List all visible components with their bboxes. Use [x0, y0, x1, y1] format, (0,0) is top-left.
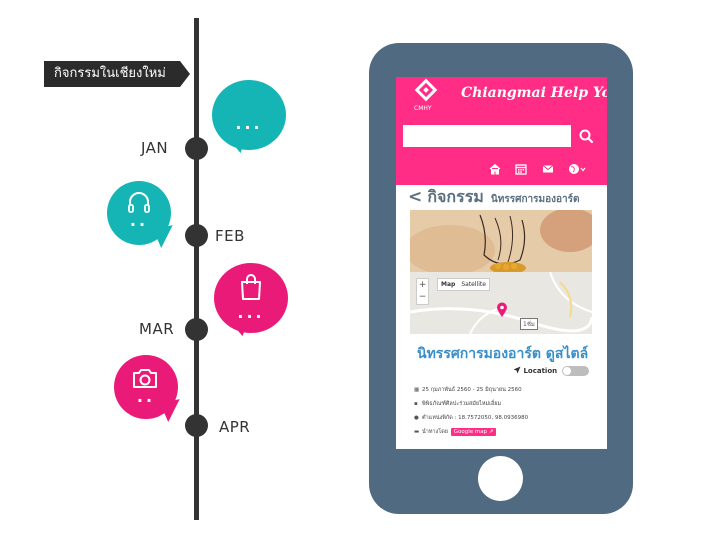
headphones-bubble-feb: .. [107, 181, 177, 249]
zoom-in-button[interactable]: + [417, 279, 428, 291]
home-button[interactable] [478, 456, 523, 501]
timeline-dot-jan [185, 137, 208, 160]
event-card: + − Map Satellite 1ชั่ม นิทรรศการมองอาร์ต… [410, 210, 592, 449]
camera-bubble-apr: .. [114, 355, 184, 423]
event-coordinates: ● ตำแหน่งพิกัด : 18.7572050, 98.0936980 [414, 415, 529, 421]
heading-subtitle: นิทรรศการมองอาร์ต [490, 194, 580, 205]
pin-small-icon: ● [414, 415, 419, 421]
chat-icon: ... [235, 114, 263, 133]
event-date: ▦ 25 กุมภาพันธ์ 2560 - 25 มิถุนายน 2560 [414, 387, 522, 393]
month-label-feb: FEB [215, 227, 245, 245]
page-heading: < กิจกรรม นิทรรศการมองอาร์ต [408, 185, 579, 211]
google-map-button[interactable]: Google map ↗ [450, 428, 497, 436]
map-type-map[interactable]: Map [438, 281, 458, 288]
search-icon[interactable] [577, 127, 595, 145]
timeline-line [194, 18, 199, 520]
chat-bubble-jan: ... [212, 80, 286, 154]
logo-icon[interactable] [414, 78, 438, 102]
shopping-bubble-mar: ... [214, 263, 288, 337]
location-map[interactable]: + − Map Satellite 1ชั่ม [410, 272, 592, 334]
location-label: Location [513, 366, 557, 375]
mail-icon[interactable] [542, 162, 554, 176]
month-label-apr: APR [219, 418, 251, 436]
building-icon: ▪ [414, 401, 418, 407]
phone-screen: CMHY Chiangmai Help You < กิจกรรม นิทรรศ… [396, 77, 607, 449]
event-title: นิทรรศการมองอาร์ต ดูสไตล์ [417, 346, 589, 362]
shopping-bag-icon [241, 274, 261, 300]
globe-icon[interactable] [568, 162, 586, 176]
car-icon: ▬ [414, 429, 420, 435]
heading-title: กิจกรรม [427, 187, 484, 206]
timeline-dot-mar [185, 318, 208, 341]
camera-icon [133, 369, 157, 388]
location-toggle[interactable] [562, 366, 589, 376]
search-input[interactable] [403, 125, 571, 147]
app-header: CMHY Chiangmai Help You [396, 77, 607, 185]
map-pin-icon[interactable] [496, 302, 508, 318]
calendar-small-icon: ▦ [414, 387, 420, 393]
map-type-satellite[interactable]: Satellite [458, 281, 489, 288]
map-zoom-controls[interactable]: + − [416, 278, 429, 305]
logo-text: CMHY [414, 105, 432, 112]
app-title: Chiangmai Help You [461, 85, 607, 101]
month-label-mar: MAR [139, 320, 175, 338]
timeline-dot-apr [185, 414, 208, 437]
location-arrow-icon [513, 366, 521, 374]
calendar-icon[interactable] [515, 162, 527, 176]
map-road-label: 1ชั่ม [520, 318, 538, 330]
zoom-out-button[interactable]: − [417, 291, 428, 303]
map-type-toggle[interactable]: Map Satellite [437, 278, 490, 291]
event-directions: ▬ นำทางโดย Google map ↗ [414, 428, 497, 436]
back-button[interactable]: < [408, 187, 422, 207]
timeline-title: กิจกรรมในเชียงใหม่ [44, 61, 190, 87]
timeline-dot-feb [185, 224, 208, 247]
month-label-jan: JAN [141, 139, 169, 157]
event-venue: ▪ พิพิธภัณฑ์ศิลปะร่วมสมัยไหม่เอี่ยม [414, 401, 502, 407]
home-icon[interactable] [489, 162, 501, 176]
event-image [410, 210, 592, 272]
